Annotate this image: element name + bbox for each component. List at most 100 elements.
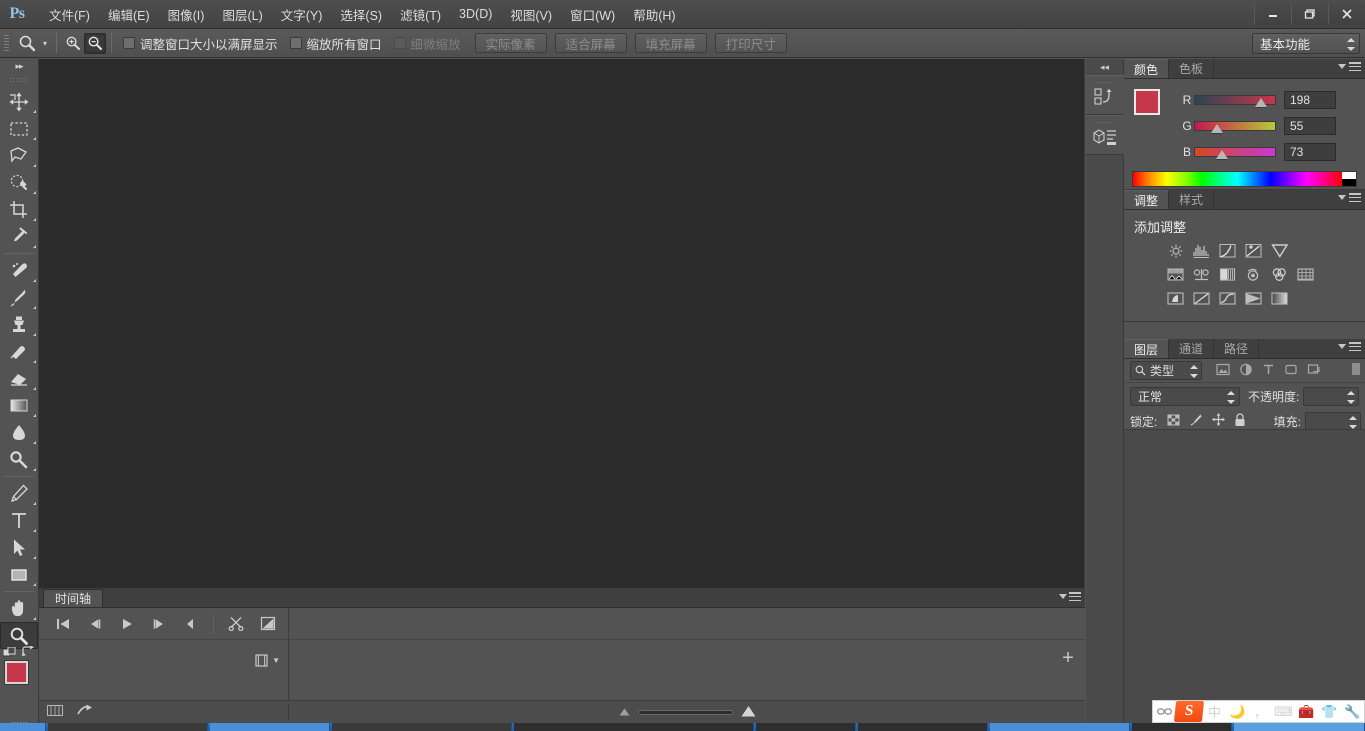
taskbar-item[interactable] xyxy=(756,723,856,731)
tab-styles[interactable]: 样式 xyxy=(1169,190,1215,209)
timeline-tracks[interactable]: + xyxy=(289,640,1085,681)
taskbar-item[interactable] xyxy=(210,723,330,731)
taskbar-item[interactable] xyxy=(332,723,512,731)
checkbox-box[interactable] xyxy=(289,37,302,49)
color-lookup-adjustment[interactable] xyxy=(1294,266,1316,285)
taskbar-item[interactable] xyxy=(514,723,754,731)
layers-list[interactable] xyxy=(1124,429,1365,723)
tab-timeline[interactable]: 时间轴 xyxy=(43,589,104,607)
foreground-color-swatch[interactable] xyxy=(5,661,28,684)
selective-color-adjustment[interactable] xyxy=(1268,290,1290,309)
tool-flyout-triangle-icon[interactable] xyxy=(33,617,36,620)
marquee-tool[interactable] xyxy=(0,115,38,142)
tool-flyout-triangle-icon[interactable] xyxy=(33,218,36,221)
minimize-button[interactable] xyxy=(1254,3,1291,25)
color-balance-adjustment[interactable] xyxy=(1190,266,1212,285)
add-media-button[interactable]: ▼ xyxy=(254,653,280,668)
menu-layer[interactable]: 图层(L) xyxy=(213,3,271,25)
channel-slider-thumb[interactable] xyxy=(1254,98,1267,107)
ime-punctuation-button[interactable]: ， xyxy=(1249,700,1272,723)
tool-flyout-triangle-icon[interactable] xyxy=(33,468,36,471)
gradient-map-adjustment[interactable] xyxy=(1242,290,1264,309)
default-colors-icon[interactable] xyxy=(2,646,17,658)
tool-flyout-triangle-icon[interactable] xyxy=(33,502,36,505)
channel-slider[interactable] xyxy=(1194,116,1276,136)
path-selection-tool[interactable] xyxy=(0,534,38,561)
taskbar-start-button[interactable] xyxy=(0,723,46,731)
workspace-selector[interactable]: 基本功能 xyxy=(1252,33,1360,54)
tab-channels[interactable]: 通道 xyxy=(1169,339,1215,358)
channel-slider[interactable] xyxy=(1194,90,1276,110)
play-button[interactable] xyxy=(111,610,143,638)
double-chevron-right-icon[interactable]: ▸▸ xyxy=(0,59,38,74)
taskbar-tray[interactable] xyxy=(1234,723,1365,731)
menu-view[interactable]: 视图(V) xyxy=(501,3,561,25)
zoom-in-icon[interactable] xyxy=(62,33,84,54)
menu-select[interactable]: 选择(S) xyxy=(331,3,391,25)
filter-toggle-icon[interactable] xyxy=(1351,362,1361,379)
filter-shape-layers-icon[interactable] xyxy=(1284,363,1298,379)
tool-flyout-triangle-icon[interactable] xyxy=(33,191,36,194)
tab-color[interactable]: 颜色 xyxy=(1124,59,1170,78)
channel-slider[interactable] xyxy=(1194,142,1276,162)
ime-moon-button[interactable]: 🌙 xyxy=(1226,700,1249,723)
canvas-workspace[interactable] xyxy=(39,59,1085,588)
pen-tool[interactable] xyxy=(0,480,38,507)
channel-value-field[interactable]: 73 xyxy=(1284,143,1336,161)
taskbar-item[interactable] xyxy=(858,723,988,731)
lock-image-pixels-icon[interactable] xyxy=(1189,413,1203,429)
tool-flyout-triangle-icon[interactable] xyxy=(33,306,36,309)
tool-preset-chevron-down-icon[interactable]: ▾ xyxy=(39,32,51,55)
menu-edit[interactable]: 编辑(E) xyxy=(99,3,159,25)
panel-menu-icon[interactable] xyxy=(1338,62,1361,71)
hue-saturation-adjustment[interactable] xyxy=(1164,266,1186,285)
link-icon[interactable] xyxy=(1153,706,1175,717)
history-brush-tool[interactable] xyxy=(0,338,38,365)
brightness-contrast-adjustment[interactable] xyxy=(1164,242,1186,261)
lock-transparent-pixels-icon[interactable] xyxy=(1167,414,1180,429)
taskbar-item[interactable] xyxy=(990,723,1130,731)
actual-pixels-button[interactable]: 实际像素 xyxy=(474,33,547,53)
curves-adjustment[interactable] xyxy=(1216,242,1238,261)
type-tool[interactable] xyxy=(0,507,38,534)
crop-tool[interactable] xyxy=(0,196,38,223)
fit-screen-button[interactable]: 适合屏幕 xyxy=(554,33,627,53)
sogou-logo[interactable]: S xyxy=(1173,701,1205,722)
tool-flyout-triangle-icon[interactable] xyxy=(33,245,36,248)
ime-settings-button[interactable]: 🔧 xyxy=(1341,700,1364,723)
foreground-color-swatch[interactable] xyxy=(1134,89,1160,115)
go-to-first-frame-button[interactable] xyxy=(47,610,79,638)
fill-screen-button[interactable]: 填充屏幕 xyxy=(634,33,707,53)
threshold-adjustment[interactable] xyxy=(1216,290,1238,309)
menu-file[interactable]: 文件(F) xyxy=(40,3,99,25)
black-white-adjustment[interactable] xyxy=(1216,266,1238,285)
checkbox-box[interactable] xyxy=(393,37,406,49)
channel-mixer-adjustment[interactable] xyxy=(1268,266,1290,285)
checkbox-box[interactable] xyxy=(123,37,135,49)
posterize-adjustment[interactable] xyxy=(1190,290,1212,309)
healing-brush-tool[interactable] xyxy=(0,257,38,284)
audio-toggle-button[interactable] xyxy=(175,610,207,638)
tools-panel-grip[interactable] xyxy=(10,75,28,85)
menu-help[interactable]: 帮助(H) xyxy=(624,3,684,25)
options-bar-grip[interactable] xyxy=(2,33,11,53)
fill-field[interactable] xyxy=(1305,411,1361,431)
filter-pixel-layers-icon[interactable] xyxy=(1216,363,1230,379)
tool-flyout-triangle-icon[interactable] xyxy=(33,137,36,140)
ime-skin-button[interactable]: 👕 xyxy=(1318,700,1341,723)
rectangle-tool[interactable] xyxy=(0,561,38,588)
timeline-zoom-slider[interactable] xyxy=(637,709,733,715)
menu-image[interactable]: 图像(I) xyxy=(159,3,214,25)
tool-flyout-triangle-icon[interactable] xyxy=(33,387,36,390)
tool-flyout-triangle-icon[interactable] xyxy=(33,279,36,282)
resize-windows-to-fit-checkbox[interactable]: 调整窗口大小以满屏显示 xyxy=(123,34,278,53)
print-size-button[interactable]: 打印尺寸 xyxy=(714,33,787,53)
ime-toolbox-button[interactable]: 🧰 xyxy=(1295,700,1318,723)
tab-adjustments[interactable]: 调整 xyxy=(1124,190,1170,209)
ime-soft-keyboard-button[interactable]: ⌨ xyxy=(1272,700,1295,723)
rail-properties-panel[interactable] xyxy=(1086,115,1124,155)
opacity-field[interactable] xyxy=(1303,386,1360,406)
menu-type[interactable]: 文字(Y) xyxy=(272,3,332,25)
scrubby-zoom-checkbox[interactable]: 细微缩放 xyxy=(393,34,461,53)
tab-swatches[interactable]: 色板 xyxy=(1169,59,1215,78)
